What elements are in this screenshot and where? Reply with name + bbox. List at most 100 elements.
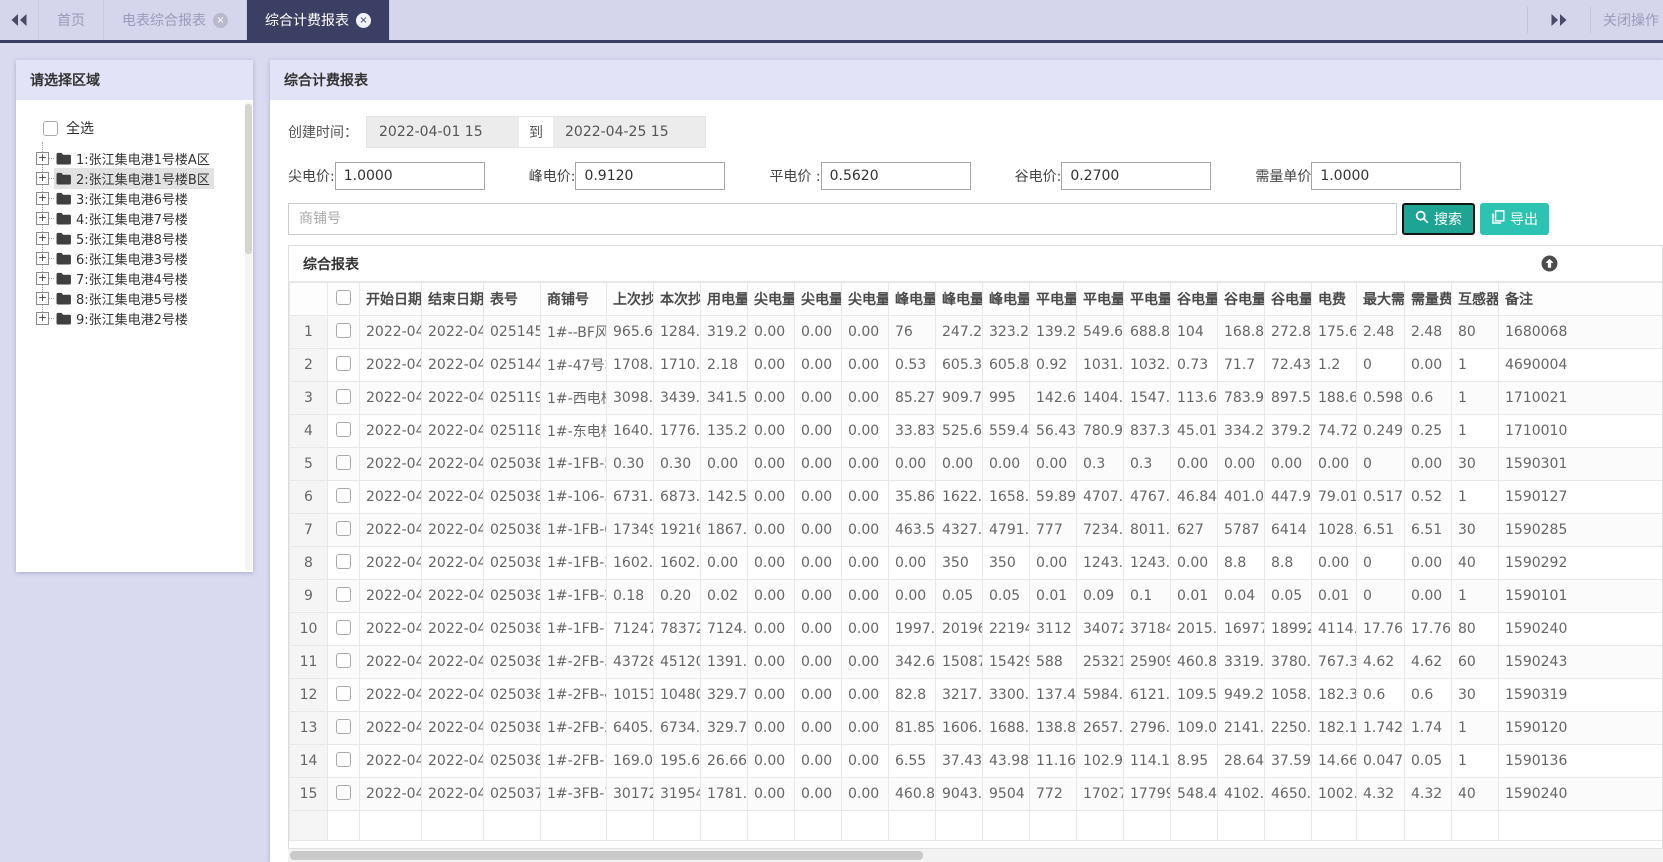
tree-node[interactable]: 4:张江集电港7号楼 — [54, 208, 192, 229]
tree-expand-icon[interactable]: + — [36, 191, 49, 205]
tree-node[interactable]: 2:张江集电港1号楼B区 — [54, 167, 214, 189]
table-cell: 1404.5 — [1076, 381, 1124, 415]
tree-node[interactable]: 8:张江集电港5号楼 — [54, 288, 192, 309]
table-cell: 2022-04- — [359, 612, 422, 646]
tree-item-1[interactable]: +1:张江集电港1号楼A区 — [36, 148, 245, 168]
tree-expand-icon[interactable]: + — [36, 311, 49, 325]
tree-node[interactable]: 7:张江集电港4号楼 — [54, 268, 192, 289]
table-cell: 6414 — [1264, 513, 1312, 547]
row-number: 4 — [289, 414, 328, 448]
tree-expand-icon[interactable]: + — [36, 251, 49, 265]
table-cell: 17027. — [1076, 777, 1124, 811]
table-cell: 0.09 — [1076, 579, 1124, 613]
table-cell: 0.00 — [888, 447, 936, 481]
close-operations-menu[interactable]: 关闭操作 — [1603, 10, 1663, 30]
price-field-input[interactable] — [820, 162, 971, 190]
horizontal-scrollbar[interactable] — [288, 848, 1663, 862]
tab-3[interactable]: 综合计费报表 × — [247, 0, 390, 40]
price-field-input[interactable] — [334, 162, 485, 190]
horizontal-scrollbar-thumb[interactable] — [290, 851, 923, 860]
search-button[interactable]: 搜索 — [1402, 203, 1475, 235]
export-button[interactable]: 导出 — [1480, 203, 1549, 235]
select-all-areas[interactable]: 全选 — [43, 118, 245, 138]
tabs-scroll-left-icon[interactable] — [0, 0, 38, 40]
tree-item-6[interactable]: +6:张江集电港3号楼 — [36, 248, 245, 268]
table-cell: 79.01 — [1311, 480, 1357, 514]
table-cell — [606, 810, 654, 841]
table-body: 12022-04-2022-04-025145011#--BF风965.6012… — [289, 315, 1662, 841]
row-checkbox[interactable] — [336, 751, 351, 767]
table-cell: 460.8 — [1170, 645, 1218, 679]
tree-expand-icon[interactable]: + — [36, 171, 49, 185]
row-checkbox[interactable] — [336, 718, 351, 734]
tree-node[interactable]: 6:张江集电港3号楼 — [54, 248, 192, 269]
table-scroll-area[interactable]: 开始日期 结束日期 表号 商铺号 上次抄 本次抄 用电量 尖电量 尖电量 尖电量 峰电量 峰电量 峰电量… — [289, 282, 1662, 841]
report-table: 开始日期 结束日期 表号 商铺号 上次抄 本次抄 用电量 尖电量 尖电量 尖电量 峰电量 峰电量 峰电量… — [289, 282, 1662, 841]
row-checkbox[interactable] — [336, 685, 351, 701]
tree-expand-icon[interactable]: + — [36, 151, 49, 165]
table-cell: 2022-04- — [359, 381, 422, 415]
table-cell: 549.6 — [1076, 315, 1124, 349]
tree-item-7[interactable]: +7:张江集电港4号楼 — [36, 268, 245, 288]
row-checkbox[interactable] — [336, 454, 351, 470]
shop-number-input[interactable] — [288, 203, 1397, 235]
table-cell: 1 — [1451, 711, 1499, 745]
row-checkbox[interactable] — [336, 619, 351, 635]
tree-node[interactable]: 9:张江集电港2号楼 — [54, 308, 192, 329]
row-checkbox[interactable] — [336, 586, 351, 602]
row-checkbox[interactable] — [336, 487, 351, 503]
row-checkbox[interactable] — [336, 388, 351, 404]
tree-expand-icon[interactable]: + — [36, 271, 49, 285]
tab-close-icon[interactable]: × — [213, 12, 228, 28]
tree-expand-icon[interactable]: + — [36, 291, 49, 305]
row-checkbox[interactable] — [336, 652, 351, 668]
tree-item-4[interactable]: +4:张江集电港7号楼 — [36, 208, 245, 228]
table-cell: 1028.6 — [1311, 513, 1357, 547]
table-cell: 627 — [1170, 513, 1218, 547]
row-checkbox-cell — [327, 645, 360, 679]
tree-item-9[interactable]: +9:张江集电港2号楼 — [36, 308, 245, 328]
table-cell: 1590240 — [1498, 612, 1662, 646]
tab-1[interactable]: 首页 — [38, 0, 104, 40]
table-cell — [1123, 810, 1171, 841]
tab-close-icon[interactable]: × — [356, 12, 371, 28]
tree-item-5[interactable]: +5:张江集电港8号楼 — [36, 228, 245, 248]
tab-label: 首页 — [57, 13, 85, 29]
tree-expand-icon[interactable]: + — [36, 231, 49, 245]
table-cell: 2.48 — [1404, 315, 1452, 349]
tree-node[interactable]: 3:张江集电港6号楼 — [54, 188, 192, 209]
folder-icon — [56, 292, 71, 305]
table-cell: 6121.5 — [1123, 678, 1171, 712]
select-all-checkbox[interactable] — [43, 120, 58, 136]
row-checkbox[interactable] — [336, 520, 351, 536]
collapse-panel-icon[interactable] — [1541, 255, 1558, 272]
table-cell: 783.93 — [1217, 381, 1265, 415]
tree-item-8[interactable]: +8:张江集电港5号楼 — [36, 288, 245, 308]
sidebar-scrollbar[interactable] — [245, 102, 252, 570]
date-from-input[interactable] — [367, 117, 519, 147]
date-to-input[interactable] — [553, 117, 705, 147]
tree-item-3[interactable]: +3:张江集电港6号楼 — [36, 188, 245, 208]
table-cell: 19216. — [653, 513, 701, 547]
price-field-input[interactable] — [1311, 162, 1462, 190]
tree-item-2[interactable]: +2:张江集电港1号楼B区 — [36, 167, 245, 189]
tree-expand-icon[interactable]: + — [36, 211, 49, 225]
table-row: 42022-04-2022-04-025118011#-东电梯1640.7177… — [289, 414, 1662, 448]
column-header-14: 平电量 — [1029, 282, 1077, 316]
row-checkbox[interactable] — [336, 784, 351, 800]
tabs-scroll-right-icon[interactable] — [1540, 13, 1578, 27]
tree-node[interactable]: 1:张江集电港1号楼A区 — [54, 148, 214, 169]
price-field-input[interactable] — [575, 162, 726, 190]
header-select-all-checkbox[interactable] — [336, 289, 351, 305]
row-checkbox[interactable] — [336, 553, 351, 569]
table-cell — [653, 810, 701, 841]
tab-2[interactable]: 电表综合报表 × — [104, 0, 247, 40]
row-checkbox[interactable] — [336, 421, 351, 437]
row-checkbox[interactable] — [336, 322, 351, 338]
sidebar-scrollbar-thumb[interactable] — [245, 104, 252, 254]
row-checkbox[interactable] — [336, 355, 351, 371]
tree-node[interactable]: 5:张江集电港8号楼 — [54, 228, 192, 249]
price-field-input[interactable] — [1061, 162, 1212, 190]
table-cell: 14.66 — [1311, 744, 1357, 778]
table-cell: 350 — [935, 546, 983, 580]
